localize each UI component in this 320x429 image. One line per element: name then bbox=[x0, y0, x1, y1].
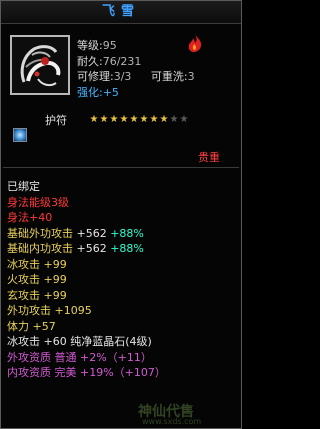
attribute-line: 体力 +57 bbox=[7, 319, 56, 333]
divider bbox=[3, 167, 239, 168]
attribute-line: 基础内功攻击 +562 +88% bbox=[7, 242, 144, 255]
item-grade: 贵重 bbox=[198, 151, 220, 164]
star-icon: ★ bbox=[169, 114, 179, 125]
charm-label: 护符 bbox=[45, 114, 67, 127]
item-portrait bbox=[10, 35, 70, 95]
item-name: 飞雪 bbox=[101, 4, 140, 19]
attribute-line: 外功攻击 +1095 bbox=[7, 304, 92, 317]
watermark-url: www.sxds.com bbox=[142, 417, 202, 426]
wing-ornament-icon bbox=[12, 37, 68, 93]
star-icon: ★ bbox=[179, 114, 189, 125]
star-icon: ★ bbox=[149, 114, 159, 125]
item-tooltip: 飞雪 等级:95 耐久:76/231 可修理:3/3 可重洗:3 强化:+5 护… bbox=[0, 0, 242, 429]
attribute-list: 已绑定 身法能级3级 身法+40 基础外功攻击 +562 +88% 基础内功攻击… bbox=[7, 179, 166, 381]
attribute-line: 身法能级3级 bbox=[7, 195, 69, 209]
star-rating: ★★★★★★★★★★ bbox=[89, 112, 189, 126]
stat-label: 强化: bbox=[77, 85, 103, 99]
star-icon: ★ bbox=[109, 114, 119, 125]
stat-label: 可重洗: bbox=[150, 70, 188, 83]
stat-value: 76/231 bbox=[102, 54, 142, 68]
attribute-line: 玄攻击 +99 bbox=[7, 288, 67, 302]
gem-attribute-line: 冰攻击 +60 纯净蓝晶石(4级) bbox=[7, 335, 152, 348]
attribute-line: 冰攻击 +99 bbox=[7, 257, 67, 271]
aptitude-line: 内攻资质 完美 +19%（+107） bbox=[7, 366, 166, 379]
fire-element-icon bbox=[188, 34, 202, 52]
star-icon: ★ bbox=[89, 114, 99, 125]
stat-value: 3 bbox=[187, 70, 195, 83]
stat-label: 可修理: bbox=[77, 70, 114, 83]
stat-durability: 耐久:76/231 bbox=[77, 54, 195, 70]
star-icon: ★ bbox=[99, 114, 109, 125]
stat-label: 等级: bbox=[77, 39, 103, 52]
star-icon: ★ bbox=[159, 114, 169, 125]
item-stats: 等级:95 耐久:76/231 可修理:3/3 可重洗:3 强化:+5 bbox=[77, 38, 195, 100]
stat-enhance: 强化:+5 bbox=[77, 85, 195, 101]
star-icon: ★ bbox=[139, 114, 149, 125]
gem-socket-icon bbox=[13, 128, 27, 142]
star-icon: ★ bbox=[129, 114, 139, 125]
aptitude-line: 外攻资质 普通 +2%（+11） bbox=[7, 350, 152, 364]
attribute-line: 基础外功攻击 +562 +88% bbox=[7, 226, 144, 240]
stat-label: 耐久: bbox=[77, 54, 103, 68]
stat-level: 等级:95 bbox=[77, 38, 195, 54]
star-icon: ★ bbox=[119, 114, 129, 125]
stat-value: 95 bbox=[102, 39, 117, 52]
stat-value: 3/3 bbox=[113, 70, 132, 83]
stat-value: +5 bbox=[102, 85, 119, 99]
attribute-line: 身法+40 bbox=[7, 211, 53, 224]
bound-status: 已绑定 bbox=[7, 180, 40, 193]
attribute-line: 火攻击 +99 bbox=[7, 273, 67, 286]
item-title-bar: 飞雪 bbox=[1, 1, 241, 24]
stat-repairable: 可修理:3/3 可重洗:3 bbox=[77, 69, 195, 85]
